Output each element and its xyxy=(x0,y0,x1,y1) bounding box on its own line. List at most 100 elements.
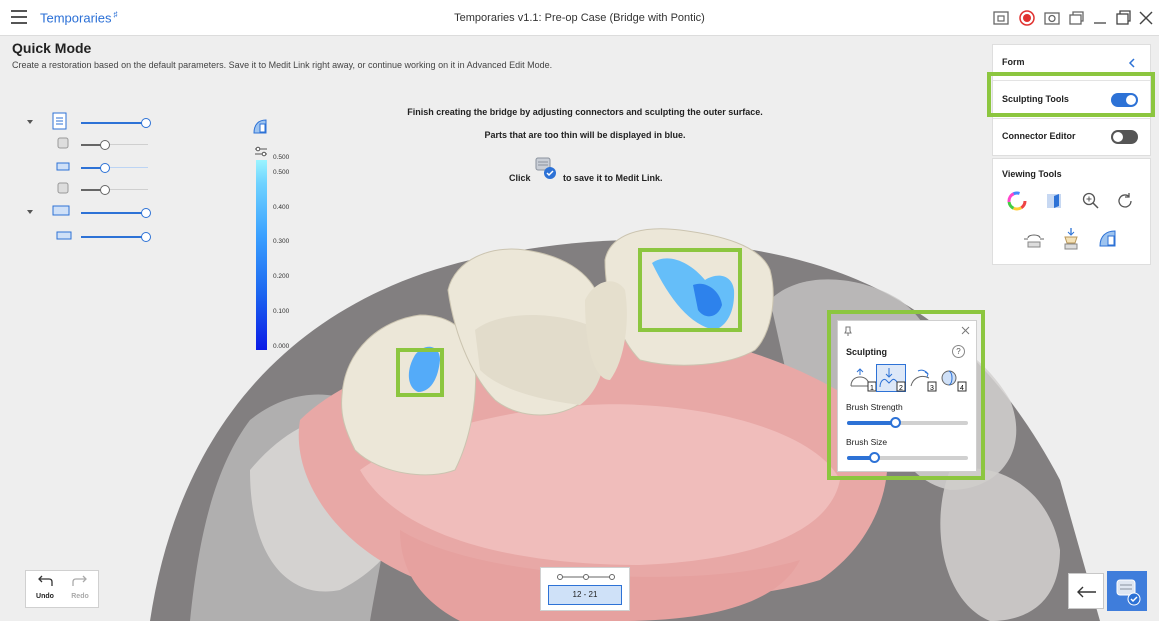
brush-strength-slider[interactable] xyxy=(847,417,968,428)
range-slider-icon xyxy=(557,574,615,580)
color-wheel-icon[interactable] xyxy=(1007,191,1027,211)
thickness-color-bar xyxy=(256,160,267,350)
instruction-line-1: Finish creating the bridge by adjusting … xyxy=(407,107,763,117)
minimize-icon[interactable] xyxy=(1090,8,1110,28)
redo-label: Redo xyxy=(71,593,89,600)
form-row[interactable]: Form xyxy=(993,45,1150,81)
dental-arch-model[interactable] xyxy=(0,37,1159,621)
screen-capture-icon[interactable] xyxy=(991,8,1011,28)
expand-arrow-icon[interactable] xyxy=(26,118,34,126)
document-icon xyxy=(52,112,67,130)
connector-editor-toggle[interactable] xyxy=(1111,130,1138,144)
record-icon[interactable] xyxy=(1017,8,1037,28)
opacity-slider-thumb[interactable] xyxy=(141,118,151,128)
undo-label: Undo xyxy=(36,593,54,600)
scan-data-icon xyxy=(57,137,69,149)
form-label: Form xyxy=(1002,57,1025,67)
scan-data-icon xyxy=(57,182,69,194)
3d-viewport[interactable] xyxy=(0,37,1159,621)
zoom-fit-icon[interactable] xyxy=(1081,191,1101,211)
scale-label: 0.500 xyxy=(273,169,290,176)
arrow-left-icon xyxy=(1077,586,1096,598)
scale-label: 0.400 xyxy=(273,204,290,211)
tree-row-sub-2[interactable] xyxy=(56,159,156,177)
maximize-icon[interactable] xyxy=(1113,8,1133,28)
undo-button[interactable]: Undo xyxy=(29,574,61,605)
help-icon[interactable]: ? xyxy=(952,345,965,358)
bridge-icon xyxy=(52,205,70,216)
smooth-tool-button[interactable]: 3 xyxy=(908,366,938,392)
tool-number: 2 xyxy=(899,385,903,392)
thickness-map-icon[interactable] xyxy=(250,116,270,136)
scale-label: 0.300 xyxy=(273,238,290,245)
remove-tool-button[interactable]: 2 xyxy=(876,364,906,392)
tree-row-bridge[interactable] xyxy=(26,204,156,222)
tool-number: 4 xyxy=(960,385,964,392)
camera-icon[interactable] xyxy=(1042,8,1062,28)
insertion-path-icon[interactable] xyxy=(1060,227,1082,251)
tooth-range-label[interactable]: 12 - 21 xyxy=(548,585,622,605)
scale-label-top: 0.500 xyxy=(273,154,290,161)
sculpting-tools-toggle[interactable] xyxy=(1111,93,1138,107)
instruction-save-text: to save it to Medit Link. xyxy=(563,173,663,183)
scale-label: 0.100 xyxy=(273,308,290,315)
viewing-tools-label: Viewing Tools xyxy=(1002,169,1062,179)
sculpting-panel: Sculpting ? 1 2 3 4 Brush Strength Brush… xyxy=(837,320,977,472)
back-button[interactable] xyxy=(1068,573,1104,609)
tree-row-sub-1[interactable] xyxy=(56,136,156,154)
tree-row-bridge-sub[interactable] xyxy=(56,228,156,246)
tree-row-sub-3[interactable] xyxy=(56,181,156,199)
tooth-range-selector[interactable]: 12 - 21 xyxy=(540,567,630,611)
close-icon[interactable] xyxy=(961,326,970,335)
undo-icon xyxy=(38,575,53,586)
scale-label: 0.200 xyxy=(273,273,290,280)
tool-number: 1 xyxy=(870,385,874,392)
opacity-slider-thumb[interactable] xyxy=(100,140,110,150)
connector-editor-label: Connector Editor xyxy=(1002,131,1076,141)
opacity-slider-thumb[interactable] xyxy=(141,232,151,242)
undo-redo-group: Undo Redo xyxy=(25,570,99,608)
transparency-icon[interactable] xyxy=(1045,192,1063,210)
instruction-line-2: Parts that are too thin will be displaye… xyxy=(484,130,686,140)
right-panel: Form Sculpting Tools Connector Editor Vi… xyxy=(992,44,1151,265)
brush-size-thumb[interactable] xyxy=(869,452,881,463)
opacity-slider-thumb[interactable] xyxy=(100,163,110,173)
expand-arrow-icon[interactable] xyxy=(26,208,34,216)
opacity-slider-thumb[interactable] xyxy=(100,185,110,195)
window-restore-icon[interactable] xyxy=(1066,8,1086,28)
morph-tool-button[interactable]: 4 xyxy=(938,366,968,392)
collapse-chevron-icon[interactable] xyxy=(1128,58,1136,68)
occlusion-view-icon[interactable] xyxy=(1023,229,1045,251)
tool-number: 3 xyxy=(930,385,934,392)
brush-size-label: Brush Size xyxy=(846,437,888,447)
thickness-map-view-icon[interactable] xyxy=(1097,227,1119,249)
sculpting-tools-row[interactable]: Sculpting Tools xyxy=(993,81,1150,119)
mode-description: Create a restoration based on the defaul… xyxy=(12,60,553,70)
redo-icon xyxy=(72,575,87,586)
mode-title: Quick Mode xyxy=(12,40,92,56)
sculpting-title: Sculpting xyxy=(846,347,887,357)
instruction-click: Click xyxy=(509,173,531,183)
teeth-icon xyxy=(56,162,70,171)
add-tool-button[interactable]: 1 xyxy=(848,366,878,392)
opacity-slider-thumb[interactable] xyxy=(141,208,151,218)
scale-settings-icon[interactable] xyxy=(254,145,268,157)
reset-view-icon[interactable] xyxy=(1115,191,1135,211)
viewing-tools-card: Viewing Tools xyxy=(992,158,1151,265)
pin-icon[interactable] xyxy=(844,326,852,336)
form-card: Form Sculpting Tools Connector Editor xyxy=(992,44,1151,156)
save-to-medit-link-icon xyxy=(1116,579,1141,606)
close-window-icon[interactable] xyxy=(1136,8,1156,28)
redo-button[interactable]: Redo xyxy=(64,574,96,605)
scale-label: 0.000 xyxy=(273,343,290,350)
brush-strength-thumb[interactable] xyxy=(889,417,901,428)
window-title: Temporaries v1.1: Pre-op Case (Bridge wi… xyxy=(454,12,705,24)
brush-size-slider[interactable] xyxy=(847,452,968,463)
brush-strength-fill xyxy=(847,421,896,425)
save-to-medit-link-button[interactable] xyxy=(1107,571,1147,611)
connector-editor-row[interactable]: Connector Editor xyxy=(993,119,1150,155)
sculpting-tools-label: Sculpting Tools xyxy=(1002,94,1069,104)
bridge-part-icon xyxy=(56,231,72,240)
title-bar: Temporaries ♯ Temporaries v1.1: Pre-op Ca… xyxy=(0,0,1159,36)
tree-row-restoration[interactable] xyxy=(26,112,156,132)
